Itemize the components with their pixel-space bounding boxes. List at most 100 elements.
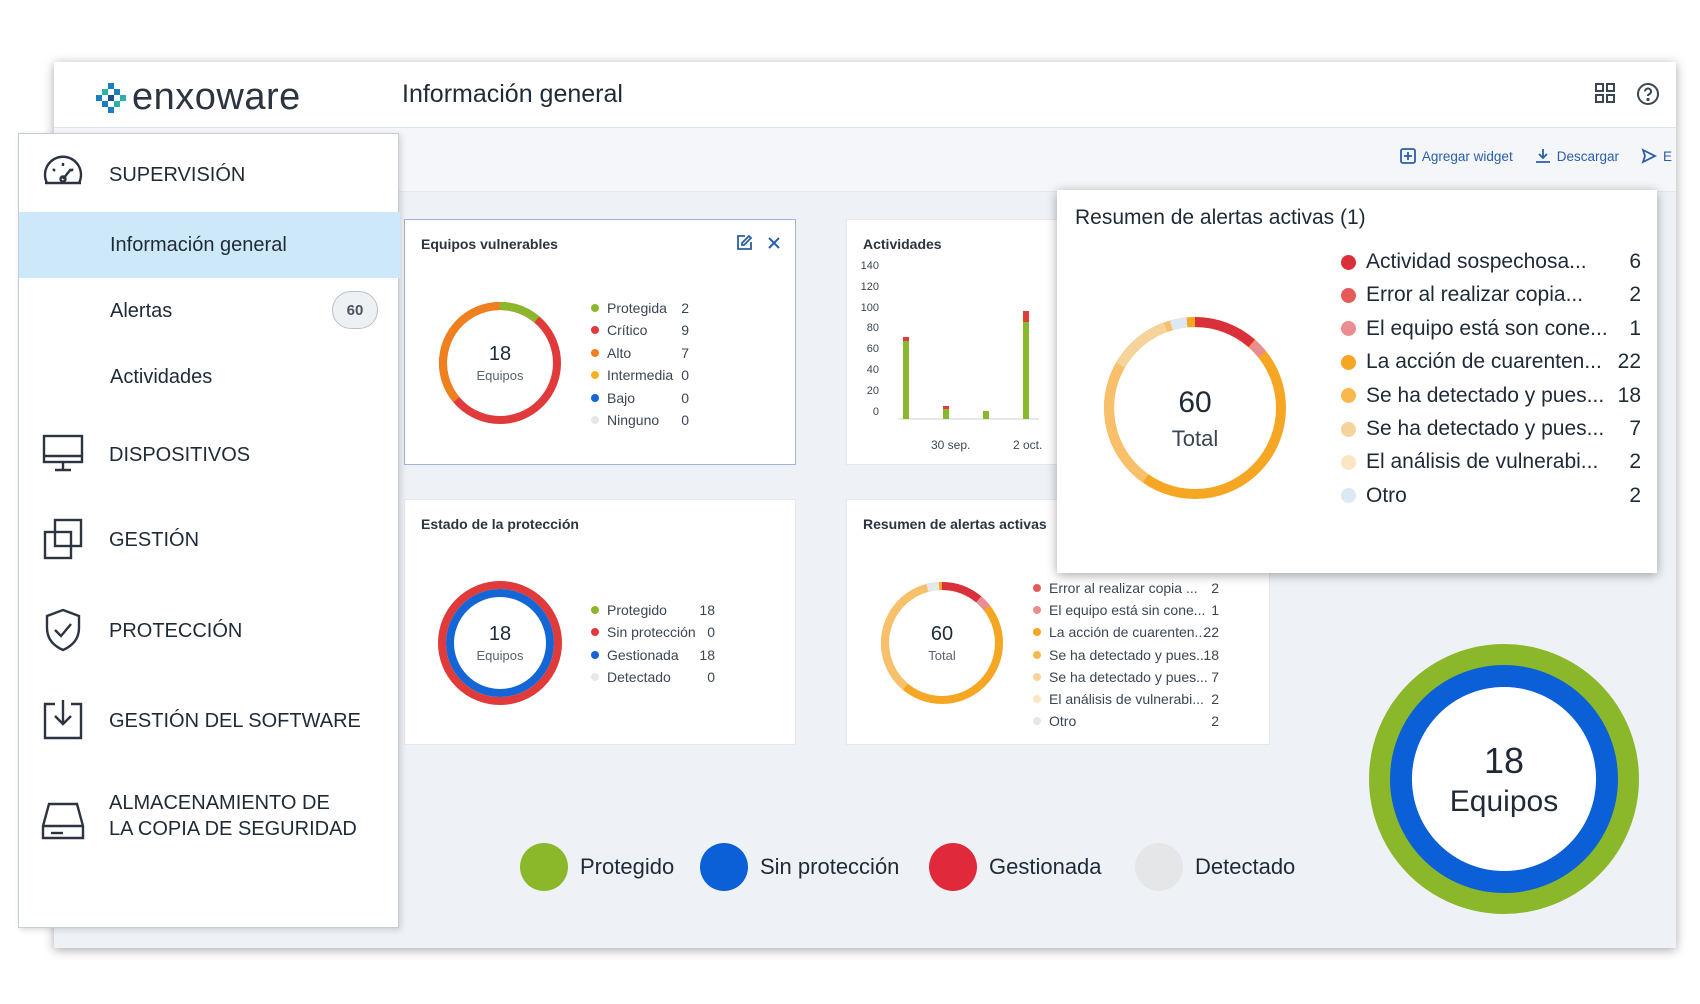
legend-row: Protegido 18: [591, 602, 715, 618]
nav-section-gestion[interactable]: GESTIÓN: [19, 499, 400, 579]
y-tick-label: 120: [860, 280, 879, 293]
legend-label: Gestionada: [989, 854, 1102, 879]
legend-value: 2: [1629, 450, 1641, 474]
help-icon[interactable]: [1636, 82, 1660, 106]
nav-section-dispositivos[interactable]: DISPOSITIVOS: [19, 414, 400, 494]
legend-dot: [1341, 254, 1356, 270]
legend-label: Se ha detectado y pues...: [1049, 668, 1208, 685]
x-label-oct2: 2 oct.: [1013, 438, 1043, 452]
legend-dot: [1033, 650, 1041, 659]
legend-label: El equipo está son cone...: [1366, 316, 1608, 340]
legend-row: Alto 7: [591, 345, 689, 361]
grid-icon[interactable]: [1594, 82, 1616, 104]
legend-value: 18: [699, 602, 715, 618]
legend-dot: [591, 673, 599, 682]
edit-icon[interactable]: [735, 234, 753, 252]
send-label: E: [1662, 148, 1672, 164]
nav-section-proteccion[interactable]: PROTECCIÓN: [19, 590, 400, 670]
legend-label: Otro: [1049, 713, 1077, 730]
legend-value: 0: [707, 669, 715, 686]
legend-dot: [1341, 421, 1356, 437]
legend-row: El equipo está sin cone... 1: [1033, 602, 1219, 618]
sidebar: SUPERVISIÓN Información general Alertas …: [18, 133, 400, 928]
hard-drive-icon: [41, 802, 85, 840]
add-widget-button[interactable]: Agregar widget: [1399, 148, 1513, 164]
legend-value: 0: [707, 624, 715, 641]
legend-label: El análisis de vulnerabi...: [1366, 450, 1599, 474]
legend-value: 2: [1629, 283, 1641, 307]
send-button[interactable]: E: [1641, 148, 1672, 164]
legend-row: Gestionada 18: [591, 647, 715, 663]
legend-dot: [591, 650, 599, 659]
legend-label: Protegido: [607, 602, 667, 618]
legend-label: Detectado: [1195, 854, 1296, 879]
legend-row: Otro 2: [1033, 713, 1219, 729]
legend-label: Ninguno: [607, 412, 660, 428]
legend-value: 7: [1211, 668, 1219, 685]
legend-row: Ninguno 0: [591, 412, 689, 428]
nav-section-gestion-software[interactable]: GESTIÓN DEL SOFTWARE: [19, 680, 400, 760]
legend-label: Sin protección: [607, 624, 696, 641]
nav-item-informacion-general[interactable]: Información general: [19, 212, 400, 278]
legend-row: Protegida 2: [591, 300, 689, 316]
donut-center-value: 18: [489, 343, 511, 365]
y-tick-label: 40: [866, 364, 879, 376]
legend-row: Detectado 0: [591, 669, 715, 685]
monitor-icon: [42, 434, 84, 472]
big-donut-label: Equipos: [1450, 785, 1558, 818]
legend-label: Protegido: [580, 854, 675, 879]
nav-section-label: ALMACENAMIENTO DE LA COPIA DE SEGURIDAD: [109, 790, 357, 842]
legend-dot: [1033, 672, 1041, 681]
donut-center-label: Equipos: [477, 648, 524, 663]
legend-dot: [1033, 628, 1041, 637]
nav-item-actividades[interactable]: Actividades: [19, 344, 400, 410]
legend-label: Otro: [1366, 483, 1407, 507]
legend-row: Intermedia 0: [591, 367, 689, 383]
legend-sin-proteccion: Sin protección: [700, 843, 899, 891]
nav-section-almacenamiento[interactable]: ALMACENAMIENTO DE LA COPIA DE SEGURIDAD: [19, 770, 400, 870]
vulnerable-donut: 18 Equipos: [439, 302, 561, 424]
shield-check-icon: [45, 608, 81, 652]
legend-label: Bajo: [607, 389, 636, 406]
legend-dot: [1033, 695, 1041, 703]
nav-section-label: GESTIÓN DEL SOFTWARE: [109, 710, 361, 732]
legend-protegido: Protegido: [520, 843, 674, 891]
close-icon[interactable]: [767, 236, 781, 250]
legend-row: El análisis de vulnerabi... 2: [1341, 450, 1641, 474]
alerts-donut: 60 Total: [881, 582, 1004, 704]
legend-value: 2: [1211, 580, 1219, 596]
legend-dot: [1341, 388, 1356, 404]
logo-text: enxoware: [132, 76, 301, 118]
x-label-sep30: 30 sep.: [931, 438, 971, 452]
top-bar: enxoware Información general: [54, 62, 1676, 128]
legend-label: Se ha detectado y pues...: [1049, 646, 1208, 663]
donut-center-label: Total: [928, 648, 956, 663]
legend-value: 2: [1629, 483, 1641, 507]
legend-label: El equipo está sin cone...: [1049, 602, 1206, 619]
legend-row: Error al realizar copia... 2: [1341, 283, 1641, 307]
legend-value: 2: [1211, 713, 1219, 730]
download-button[interactable]: Descargar: [1535, 148, 1619, 164]
nav-section-supervision[interactable]: SUPERVISIÓN: [19, 134, 400, 212]
legend-value: 7: [681, 344, 689, 361]
popup-center-label: Total: [1172, 426, 1218, 451]
legend-swatch: [520, 843, 568, 891]
protection-donut: 18 Equipos: [438, 581, 562, 705]
legend-row: El análisis de vulnerabi... 2: [1033, 691, 1219, 707]
legend-label: El análisis de vulnerabi...: [1049, 691, 1204, 707]
legend-row: La acción de cuarenten... 22: [1033, 624, 1219, 640]
legend-row: Crítico 9: [591, 322, 689, 338]
activities-bars: [899, 311, 1039, 420]
legend-dot: [1341, 321, 1356, 337]
bar-sep28-red: [903, 337, 909, 341]
logo[interactable]: enxoware: [94, 76, 301, 119]
page-title: Información general: [402, 80, 623, 108]
alerts-summary-popup: Resumen de alertas activas (1) 60 Total …: [1057, 190, 1657, 573]
nav-item-alertas[interactable]: Alertas 60: [19, 278, 400, 344]
widget-title: Resumen de alertas activas: [863, 516, 1047, 532]
legend-label: Error al realizar copia...: [1366, 283, 1584, 307]
legend-label: Sin protección: [760, 854, 900, 879]
bar-oct2-red: [1023, 311, 1029, 322]
popup-title: Resumen de alertas activas (1): [1075, 206, 1366, 229]
legend-label: La acción de cuarenten...: [1366, 350, 1602, 374]
